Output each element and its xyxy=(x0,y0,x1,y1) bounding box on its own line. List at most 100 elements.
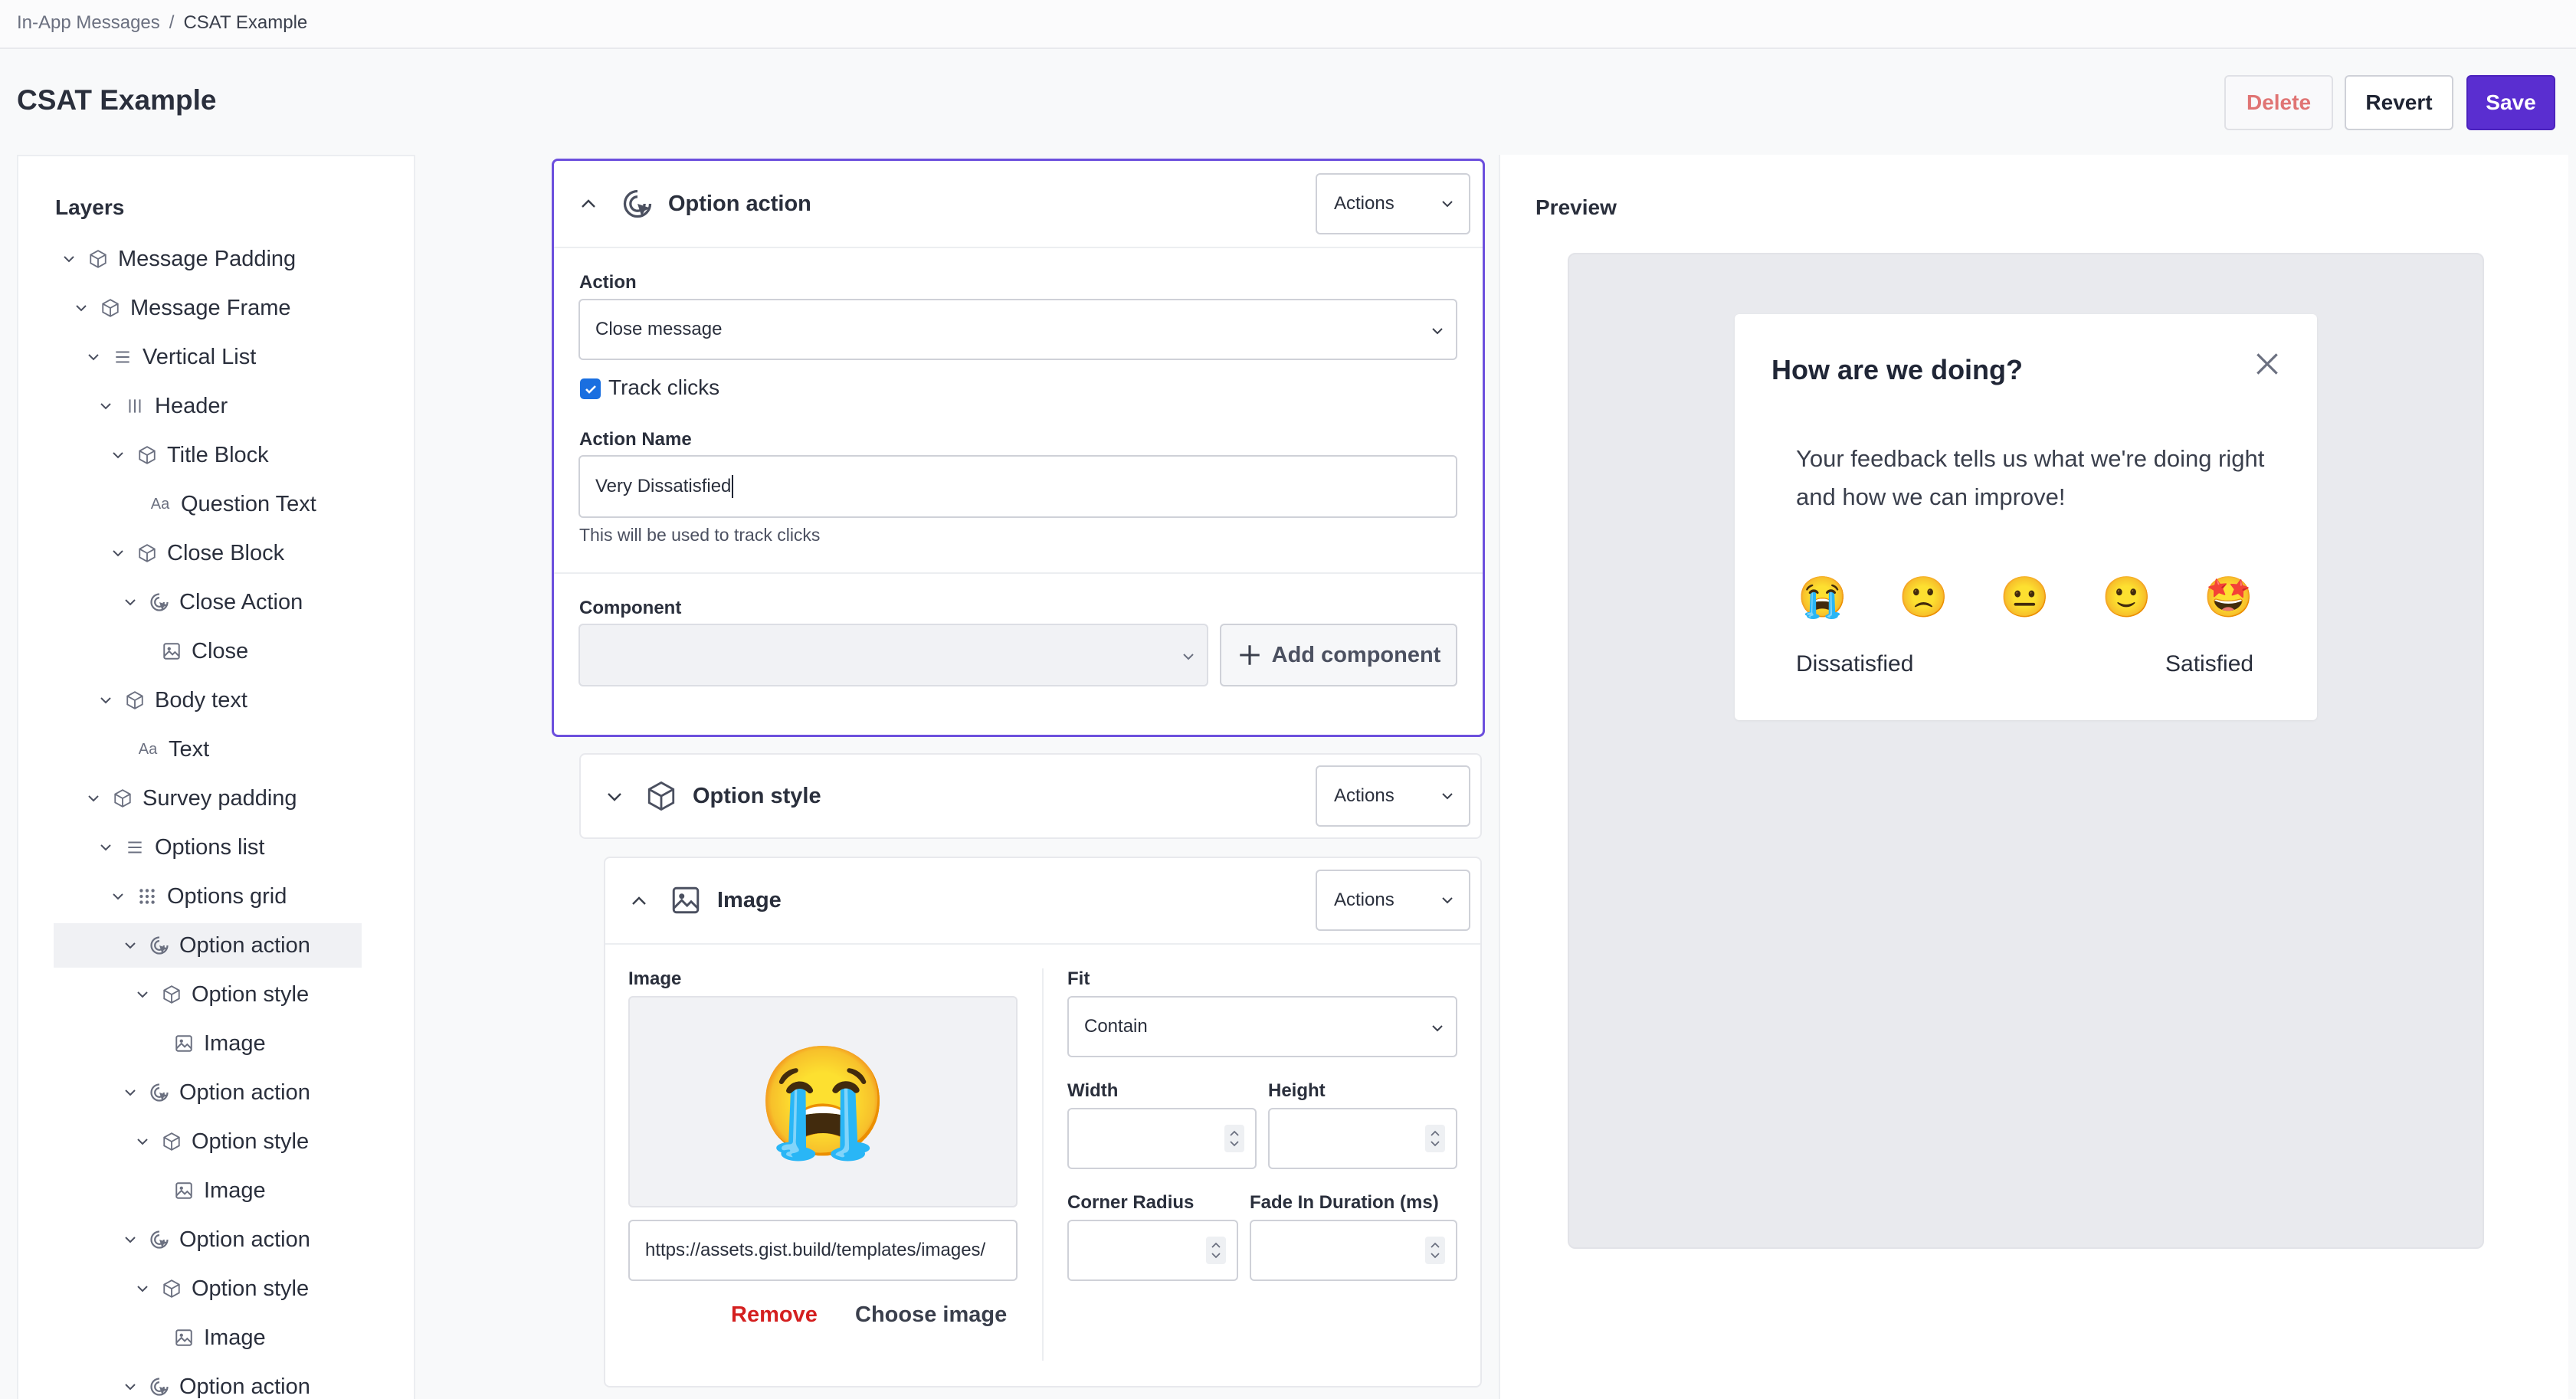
layer-item[interactable]: Close xyxy=(133,629,248,673)
layer-item[interactable]: Title Block xyxy=(109,433,269,477)
option-very-satisfied[interactable]: 🤩 xyxy=(2204,575,2253,621)
width-stepper[interactable] xyxy=(1224,1125,1244,1152)
layer-item-label: Image xyxy=(204,1178,266,1203)
chevron-down-icon[interactable] xyxy=(97,397,115,415)
layer-item[interactable]: Option style xyxy=(133,1119,309,1164)
add-component-button[interactable]: Add component xyxy=(1220,624,1457,686)
chevron-down-icon[interactable] xyxy=(121,1083,139,1102)
chevron-down-icon xyxy=(1432,1025,1443,1032)
image-icon xyxy=(173,1327,195,1348)
fade-in-stepper[interactable] xyxy=(1425,1237,1445,1264)
choose-image-link[interactable]: Choose image xyxy=(855,1302,1007,1328)
divider xyxy=(554,247,1483,248)
option-action-actions-select[interactable]: Actions xyxy=(1316,173,1470,234)
height-input[interactable] xyxy=(1268,1108,1457,1169)
layer-item[interactable]: Vertical List xyxy=(84,335,256,379)
chevron-down-icon[interactable] xyxy=(97,691,115,709)
layer-item[interactable]: Aa Question Text xyxy=(121,482,316,526)
chevron-down-icon[interactable] xyxy=(109,446,127,464)
track-clicks-checkbox[interactable] xyxy=(580,378,601,399)
layer-item-label: Option action xyxy=(179,1227,310,1252)
revert-button[interactable]: Revert xyxy=(2345,75,2453,130)
layer-item[interactable]: Header xyxy=(97,384,228,428)
text-icon: Aa xyxy=(138,740,158,758)
corner-radius-input[interactable] xyxy=(1067,1220,1238,1281)
layer-item[interactable]: Option action xyxy=(121,1365,310,1399)
chevron-up-icon[interactable] xyxy=(630,892,648,910)
layer-item[interactable]: Body text xyxy=(97,678,247,722)
chevron-up-icon[interactable] xyxy=(579,195,598,213)
chevron-down-icon[interactable] xyxy=(109,887,127,906)
layer-item[interactable]: Image xyxy=(146,1168,266,1213)
layer-item[interactable]: Option style xyxy=(133,972,309,1017)
chevron-down-icon[interactable] xyxy=(121,593,139,611)
chevron-down-icon[interactable] xyxy=(72,299,90,317)
divider xyxy=(605,943,1480,945)
corner-radius-stepper[interactable] xyxy=(1206,1237,1226,1264)
caret-up-icon xyxy=(1230,1130,1239,1136)
checkmark-icon xyxy=(585,385,596,394)
layer-item-label: Option style xyxy=(192,1276,310,1301)
layer-item[interactable]: Options grid xyxy=(109,874,287,919)
option-satisfied[interactable]: 🙂 xyxy=(2102,575,2152,621)
fit-select[interactable]: Contain xyxy=(1067,996,1457,1057)
component-select[interactable] xyxy=(578,624,1208,686)
layer-item[interactable]: Option action xyxy=(121,1070,310,1115)
option-style-actions-select[interactable]: Actions xyxy=(1316,765,1470,827)
image-url-input[interactable]: https://assets.gist.build/templates/imag… xyxy=(628,1220,1018,1281)
chevron-down-icon[interactable] xyxy=(133,1279,152,1298)
breadcrumb-current: CSAT Example xyxy=(183,12,308,33)
chevron-down-icon[interactable] xyxy=(121,936,139,955)
fade-in-input[interactable] xyxy=(1250,1220,1457,1281)
save-button[interactable]: Save xyxy=(2466,75,2555,130)
layer-item[interactable]: Close Block xyxy=(109,531,284,575)
layer-item[interactable]: Image xyxy=(146,1021,266,1066)
cube-icon xyxy=(87,248,109,270)
layer-item[interactable]: Survey padding xyxy=(84,776,297,821)
close-icon[interactable] xyxy=(2253,349,2282,378)
breadcrumb-link-in-app-messages[interactable]: In-App Messages xyxy=(17,12,160,33)
height-stepper[interactable] xyxy=(1425,1125,1445,1152)
layer-item[interactable]: Aa Text xyxy=(109,727,209,772)
action-select-value: Close message xyxy=(595,319,723,339)
layer-item[interactable]: Option action xyxy=(54,923,362,968)
remove-image-link[interactable]: Remove xyxy=(731,1302,818,1328)
layer-item-label: Close Block xyxy=(167,540,285,565)
option-neutral[interactable]: 😐 xyxy=(2000,575,2050,621)
layer-item[interactable]: Options list xyxy=(97,825,264,870)
chevron-down-icon[interactable] xyxy=(605,788,624,806)
chevron-down-icon[interactable] xyxy=(109,544,127,562)
chevron-down-icon[interactable] xyxy=(97,838,115,857)
option-very-dissatisfied[interactable]: 😭 xyxy=(1798,575,1847,621)
caret-down-icon xyxy=(1431,1141,1440,1147)
layer-item[interactable]: Image xyxy=(146,1315,266,1360)
chevron-down-icon xyxy=(1442,793,1453,800)
chevron-down-icon[interactable] xyxy=(121,1378,139,1396)
option-dissatisfied[interactable]: 🙁 xyxy=(1899,575,1948,621)
chevron-down-icon[interactable] xyxy=(60,250,78,268)
image-preview-box[interactable]: 😭 xyxy=(628,996,1018,1207)
layer-item[interactable]: Message Frame xyxy=(72,286,291,330)
width-input[interactable] xyxy=(1067,1108,1257,1169)
track-clicks-label[interactable]: Track clicks xyxy=(608,375,719,400)
caret-up-icon xyxy=(1431,1130,1440,1136)
layer-item-label: Option action xyxy=(179,932,310,958)
layer-item[interactable]: Close Action xyxy=(121,580,303,624)
action-name-input[interactable]: Very Dissatisfied xyxy=(578,455,1457,518)
chevron-down-icon[interactable] xyxy=(133,1132,152,1151)
layer-item-label: Option style xyxy=(192,981,310,1007)
chevron-down-icon[interactable] xyxy=(121,1230,139,1249)
image-icon xyxy=(173,1180,195,1201)
chevron-down-icon[interactable] xyxy=(84,348,103,366)
action-select[interactable]: Close message xyxy=(578,299,1457,360)
delete-button[interactable]: Delete xyxy=(2224,75,2333,130)
image-actions-select[interactable]: Actions xyxy=(1316,870,1470,931)
layer-item[interactable]: Message Padding xyxy=(60,237,296,281)
layer-item[interactable]: Option action xyxy=(121,1217,310,1262)
click-icon xyxy=(149,1082,170,1103)
click-icon xyxy=(149,935,170,956)
caret-down-icon xyxy=(1230,1141,1239,1147)
chevron-down-icon[interactable] xyxy=(84,789,103,808)
layer-item[interactable]: Option style xyxy=(133,1266,309,1311)
chevron-down-icon[interactable] xyxy=(133,985,152,1004)
